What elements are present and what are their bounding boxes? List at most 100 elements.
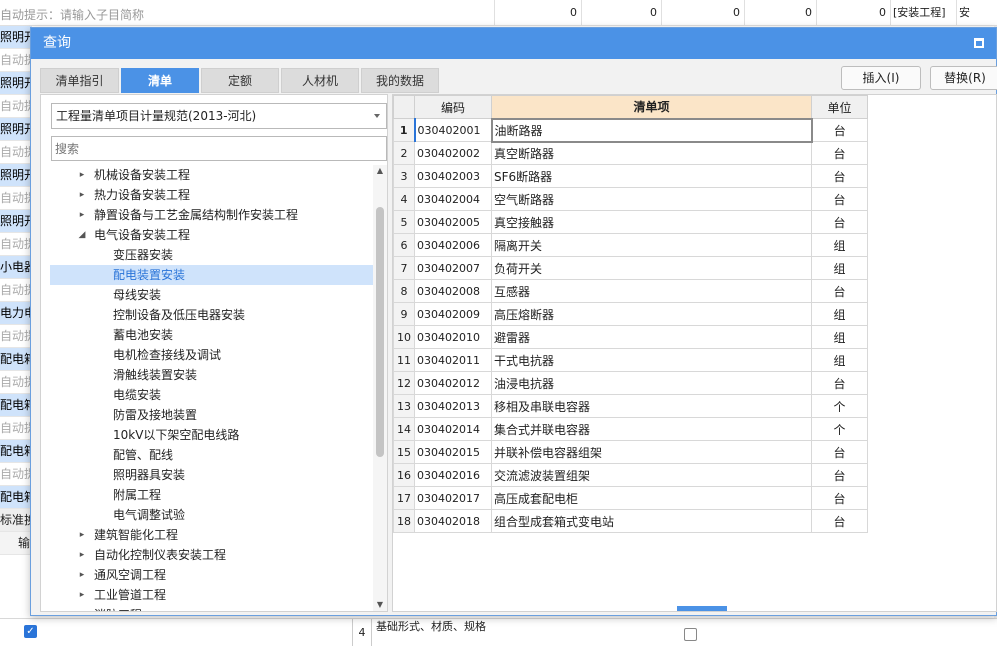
table-row[interactable]: 9 030402009 高压熔断器组	[393, 302, 868, 326]
expand-arrow-icon[interactable]: ▸	[77, 605, 87, 611]
tree-node[interactable]: ▸ 建筑智能化工程	[50, 525, 374, 545]
scroll-up-icon[interactable]: ▲	[373, 165, 387, 177]
dialog-titlebar[interactable]: 查询	[31, 28, 996, 59]
column-header-item[interactable]: 清单项	[491, 95, 812, 119]
bg-row[interactable]: 自动提	[0, 463, 32, 486]
expand-arrow-icon[interactable]: ▸	[77, 545, 87, 565]
tree-leaf[interactable]: 蓄电池安装	[50, 325, 374, 345]
bg-row[interactable]: 照明开	[0, 164, 32, 187]
bg-row[interactable]: 小电器	[0, 256, 32, 279]
column-header-code[interactable]: 编码	[414, 95, 492, 119]
table-row[interactable]: 18 030402018 组合型成套箱式变电站台	[393, 509, 868, 533]
replace-button[interactable]: 替换(R)	[930, 66, 997, 90]
tree-leaf[interactable]: 配管、配线	[50, 445, 374, 465]
tree-node[interactable]: ▸ 工业管道工程	[50, 585, 374, 605]
tree-leaf[interactable]: 滑触线装置安装	[50, 365, 374, 385]
expand-arrow-icon[interactable]: ▸	[77, 525, 87, 545]
bg-row[interactable]: 自动提	[0, 141, 32, 164]
tree-leaf[interactable]: 变压器安装	[50, 245, 374, 265]
scroll-thumb[interactable]	[376, 207, 384, 457]
row-number: 11	[393, 348, 415, 372]
table-row[interactable]: 16 030402016 交流滤波装置组架台	[393, 463, 868, 487]
tab-my-data[interactable]: 我的数据	[361, 68, 439, 93]
tree-leaf[interactable]: 电缆安装	[50, 385, 374, 405]
collapse-arrow-icon[interactable]: ◢	[77, 225, 87, 245]
spec-dropdown[interactable]: 工程量清单项目计量规范(2013-河北)	[51, 103, 387, 129]
tree-scrollbar[interactable]: ▲ ▼	[373, 165, 387, 611]
scroll-down-icon[interactable]: ▼	[373, 599, 387, 611]
tree-node[interactable]: ◢ 电气设备安装工程	[50, 225, 374, 245]
tree-leaf[interactable]: 10kV以下架空配电线路	[50, 425, 374, 445]
bg-row[interactable]: 自动提	[0, 49, 32, 72]
tree-leaf[interactable]: 防雷及接地装置	[50, 405, 374, 425]
tree-node[interactable]: ▸ 通风空调工程	[50, 565, 374, 585]
bg-row[interactable]: 配电箱	[0, 440, 32, 463]
bg-checkbox-checked[interactable]: ✓	[24, 625, 37, 638]
bg-row[interactable]: 配电箱	[0, 486, 32, 509]
tree-leaf[interactable]: 附属工程	[50, 485, 374, 505]
table-row[interactable]: 14 030402014 集合式并联电容器个	[393, 417, 868, 441]
item-code: 030402001	[413, 118, 492, 142]
column-header-unit[interactable]: 单位	[811, 95, 868, 119]
tab-list[interactable]: 清单	[121, 68, 199, 93]
tree-leaf[interactable]: 电机检查接线及调试	[50, 345, 374, 365]
table-row[interactable]: 6 030402006 隔离开关组	[393, 233, 868, 257]
tab-list-guide[interactable]: 清单指引	[40, 68, 119, 93]
panel-splitter[interactable]: ⌃	[677, 603, 727, 611]
tree-node[interactable]: ▸ 自动化控制仪表安装工程	[50, 545, 374, 565]
bg-row[interactable]: 自动提	[0, 95, 32, 118]
table-row[interactable]: 4 030402004 空气断路器台	[393, 187, 868, 211]
tree-leaf[interactable]: 照明器具安装	[50, 465, 374, 485]
bg-row[interactable]: 自动提	[0, 233, 32, 256]
tree-node[interactable]: ▸ 静置设备与工艺金属结构制作安装工程	[50, 205, 374, 225]
bg-value-cell: 0	[661, 0, 744, 26]
tab-quota[interactable]: 定额	[201, 68, 279, 93]
table-row[interactable]: 11 030402011 干式电抗器组	[393, 348, 868, 372]
bg-row[interactable]: 配电箱	[0, 348, 32, 371]
expand-arrow-icon[interactable]: ▸	[77, 565, 87, 585]
bg-row[interactable]: 照明开	[0, 118, 32, 141]
tree-leaf[interactable]: 电气调整试验	[50, 505, 374, 525]
bg-row[interactable]: 自动提	[0, 187, 32, 210]
bg-row[interactable]: 自动提	[0, 325, 32, 348]
tab-materials[interactable]: 人材机	[281, 68, 359, 93]
bg-tab-label[interactable]: 标准换	[0, 509, 32, 532]
tree-leaf[interactable]: 控制设备及低压电器安装	[50, 305, 374, 325]
table-row[interactable]: 17 030402017 高压成套配电柜台	[393, 486, 868, 510]
maximize-icon[interactable]	[974, 38, 984, 48]
expand-arrow-icon[interactable]: ▸	[77, 165, 87, 185]
bg-row[interactable]: 自动提	[0, 371, 32, 394]
tree-node[interactable]: ▸ 机械设备安装工程	[50, 165, 374, 185]
expand-arrow-icon[interactable]: ▸	[77, 585, 87, 605]
tree-leaf[interactable]: 母线安装	[50, 285, 374, 305]
row-number: 5	[393, 210, 415, 234]
bg-row[interactable]: 配电箱	[0, 394, 32, 417]
item-name: 避雷器	[491, 325, 812, 349]
table-row[interactable]: 7 030402007 负荷开关组	[393, 256, 868, 280]
tree-label: 配电装置安装	[113, 268, 186, 282]
bg-row[interactable]: 自动提	[0, 279, 32, 302]
tree-label: 工业管道工程	[94, 588, 167, 602]
expand-arrow-icon[interactable]: ▸	[77, 205, 87, 225]
bg-row[interactable]: 自动提	[0, 417, 32, 440]
table-row[interactable]: 2 030402002 真空断路器台	[393, 141, 868, 165]
expand-arrow-icon[interactable]: ▸	[77, 185, 87, 205]
search-input[interactable]	[51, 136, 387, 161]
bg-row[interactable]: 照明开	[0, 72, 32, 95]
bg-checkbox[interactable]	[684, 628, 697, 641]
table-row[interactable]: 8 030402008 互感器台	[393, 279, 868, 303]
table-row[interactable]: 12 030402012 油浸电抗器台	[393, 371, 868, 395]
tree-leaf[interactable]: 配电装置安装	[50, 265, 374, 285]
tree-node[interactable]: ▸ 热力设备安装工程	[50, 185, 374, 205]
table-row[interactable]: 10 030402010 避雷器组	[393, 325, 868, 349]
table-row[interactable]: 15 030402015 并联补偿电容器组架台	[393, 440, 868, 464]
table-row[interactable]: 5 030402005 真空接触器台	[393, 210, 868, 234]
table-row[interactable]: 1 030402001 油断路器台	[393, 117, 868, 143]
table-row[interactable]: 3 030402003 SF6断路器台	[393, 164, 868, 188]
insert-button[interactable]: 插入(I)	[841, 66, 921, 90]
bg-row[interactable]: 照明开	[0, 26, 32, 49]
bg-row[interactable]: 照明开	[0, 210, 32, 233]
bg-row[interactable]: 电力电	[0, 302, 32, 325]
table-row[interactable]: 13 030402013 移相及串联电容器个	[393, 394, 868, 418]
tree-node[interactable]: ▸ 消防工程	[50, 605, 374, 611]
